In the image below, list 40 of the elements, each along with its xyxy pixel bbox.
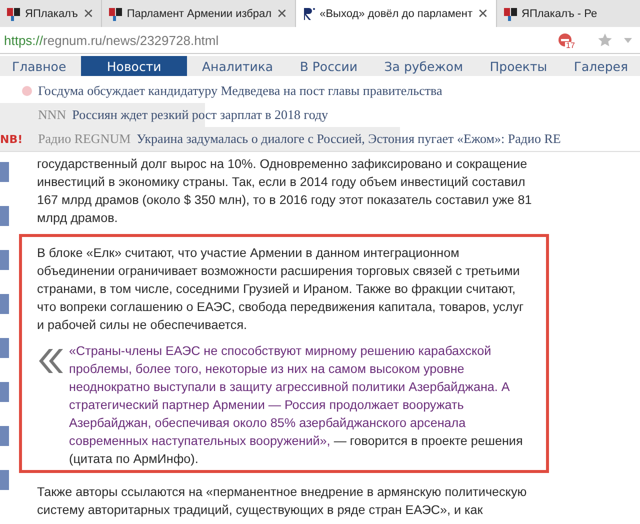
- share-icon[interactable]: [0, 338, 9, 358]
- site-logo-icon: [504, 6, 517, 20]
- star-icon[interactable]: [598, 33, 612, 47]
- browser-tab[interactable]: «Выход» довёл до парламент ✕: [296, 0, 497, 27]
- nav-tab[interactable]: В России: [288, 56, 370, 76]
- caret-icon[interactable]: [624, 38, 632, 42]
- nav-tab[interactable]: Аналитика: [190, 56, 286, 76]
- share-icon[interactable]: [0, 162, 9, 182]
- browser-tab[interactable]: ЯПлакалъ - Ре: [496, 0, 640, 27]
- nav-tab[interactable]: За рубежом: [372, 56, 476, 76]
- article-paragraph: Также авторы ссылаются на «перманентное внедрение в армянскую политическую систему авторитарных традиций, существующих в ряде стран ЕАЭС», и как: [37, 484, 528, 519]
- quote-icon: [37, 348, 63, 374]
- news-source: NNN: [38, 107, 66, 123]
- nav-tab[interactable]: Галерея: [562, 56, 640, 76]
- nav-tab[interactable]: Проекты: [478, 56, 560, 76]
- share-icon[interactable]: [0, 206, 9, 226]
- headline-link[interactable]: Госдума обсуждает кандидатуру Медведева на пост главы правительства: [38, 83, 442, 99]
- share-icon[interactable]: [0, 426, 9, 446]
- site-logo-icon: [108, 6, 122, 20]
- nav-tab[interactable]: Новости: [80, 56, 188, 76]
- article-paragraph: государственный долг вырос на 10%. Одновременно зафиксировано и сокращение инвестиций в экономику страны. Так, если в 2014 году объем инвестиций составил 167 млрд драмов (около $ 350 млн), то в 2016 году этот показатель составил уже 81 млрд драмов.: [37, 156, 533, 227]
- site-logo-icon: [302, 6, 315, 20]
- close-tab-button[interactable]: ✕: [82, 6, 94, 21]
- url-field[interactable]: https://regnum.ru/news/2329728.html: [4, 32, 558, 48]
- share-icon[interactable]: [0, 294, 9, 314]
- article-paragraph: В блоке «Елк» считают, что участие Армении в данном интеграционном объединении ограничивает возможности расширения торговых связей с третьими странами, в том числе, соседними Грузией и Ираном. Также во фракции считают, что вопреки соглашению о ЕАЭС, свобода передвижения капитала, товаров, услуг и рабочей силы не обеспечивается.: [37, 245, 525, 334]
- site-logo-icon: [7, 6, 20, 20]
- close-tab-button[interactable]: ✕: [276, 6, 288, 21]
- share-icon[interactable]: [0, 250, 9, 270]
- nb-label: NB!: [0, 132, 23, 146]
- news-source: Радио REGNUM: [38, 131, 131, 147]
- browser-tab[interactable]: ЯПлакалъ ✕: [0, 0, 102, 27]
- nav-tab[interactable]: Главное: [0, 56, 78, 76]
- close-tab-button[interactable]: ✕: [478, 6, 489, 21]
- headline-link[interactable]: Украина задумалась о диалоге с Россией, Эстония пугает «Ежом»: Радио RE: [136, 131, 561, 147]
- browser-tab[interactable]: Парламент Армении избрал ✕: [102, 0, 296, 27]
- share-icon[interactable]: [0, 382, 9, 402]
- share-icon[interactable]: [0, 470, 9, 490]
- headline-link[interactable]: Россиян ждет резкий рост зарплат в 2018 году: [72, 107, 328, 123]
- quote-paragraph: «Страны-члены ЕАЭС не способствуют мирному решению карабахской проблемы, более того, некоторые из них на самом высоком уровне неоднократно выступали в защиту агрессивной политики Азербайджана. А стратегический партнер Армении — Россия продолжает вооружать Азербайджан, обеспечивая около 85% азербайджанского арсенала современных наступательных вооружений», — говорится в проекте решения (цитата по АрмИнфо).: [69, 343, 524, 468]
